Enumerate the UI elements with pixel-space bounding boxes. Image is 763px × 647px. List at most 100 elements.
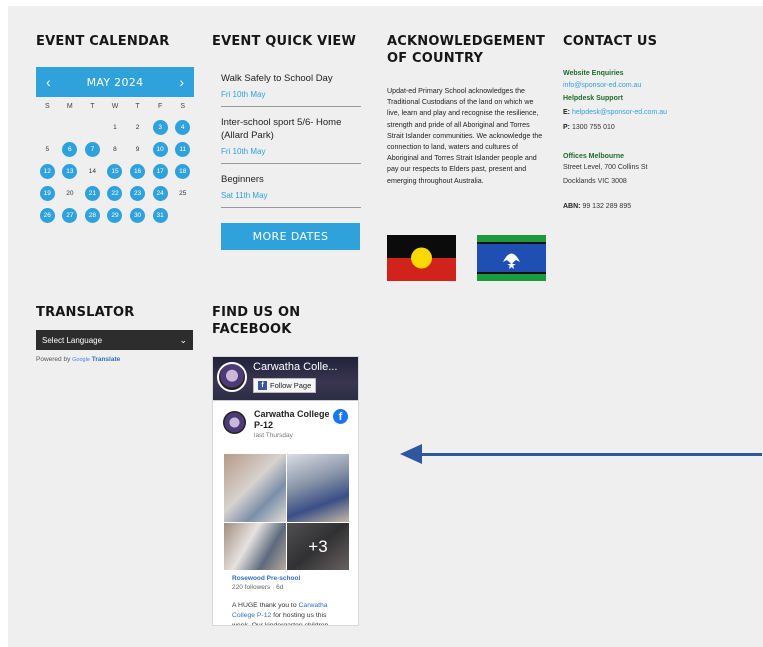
phone-prefix: P:: [563, 124, 570, 131]
calendar-day-event[interactable]: 6: [62, 142, 78, 157]
post-time[interactable]: last Thursday: [254, 432, 293, 439]
office-address-line1: Street Level, 700 Collins St: [563, 164, 648, 171]
calendar-day: 5: [45, 146, 50, 153]
calendar-cell: 24: [149, 186, 172, 201]
acknowledgement-heading: ACKNOWLEDGEMENT OF COUNTRY: [387, 33, 545, 67]
weekday-label: M: [66, 103, 73, 110]
chevron-left-icon[interactable]: ‹: [46, 74, 51, 90]
facebook-logo-icon[interactable]: f: [333, 409, 348, 424]
acknowledgement-text: Updat-ed Primary School acknowledges the…: [387, 87, 543, 185]
calendar-day-event[interactable]: 23: [130, 186, 146, 201]
calendar-cell: 13: [59, 164, 82, 179]
post-text-start: A HUGE thank you to: [232, 602, 299, 609]
page-avatar[interactable]: [217, 362, 247, 392]
facebook-cover[interactable]: Carwatha Colle... f Follow Page: [213, 357, 358, 401]
event-title[interactable]: Inter-school sport 5/6- Home (Allard Par…: [221, 116, 361, 142]
calendar-day-event[interactable]: 24: [152, 186, 168, 201]
calendar-day-event[interactable]: 11: [175, 142, 191, 157]
calendar-cell: 17: [149, 164, 172, 179]
calendar-day: 1: [113, 124, 117, 131]
calendar-cell: 19: [36, 186, 59, 201]
calendar-cell: [36, 120, 59, 135]
calendar-day-event[interactable]: 4: [175, 120, 191, 135]
event-title[interactable]: Beginners: [221, 173, 361, 186]
language-select-value: Select Language: [42, 335, 103, 345]
calendar-cell: 4: [171, 120, 194, 135]
calendar-day-event[interactable]: 22: [107, 186, 123, 201]
calendar-day: 8: [113, 146, 117, 153]
calendar-cell: 10: [149, 142, 172, 157]
event-date: Fri 10th May: [221, 147, 266, 156]
calendar-day: 14: [88, 168, 97, 175]
post-avatar[interactable]: [223, 411, 246, 434]
event-quick-view: Walk Safely to School Day Fri 10th May I…: [221, 72, 361, 217]
event-item[interactable]: Inter-school sport 5/6- Home (Allard Par…: [221, 116, 361, 164]
more-dates-button[interactable]: MORE DATES: [221, 223, 360, 250]
calendar-day-event[interactable]: 3: [152, 120, 168, 135]
aboriginal-flag-icon: [387, 235, 456, 281]
calendar-cell: 26: [36, 208, 59, 223]
post-text: A HUGE thank you to Carwatha College P-1…: [232, 601, 344, 625]
calendar-day: 20: [66, 190, 74, 197]
calendar-cell: 12: [36, 164, 59, 179]
calendar-cell: 15: [104, 164, 127, 179]
chevron-down-icon: ⌄: [179, 334, 187, 345]
event-item[interactable]: Walk Safely to School Day Fri 10th May: [221, 72, 361, 107]
calendar-cell: 16: [126, 164, 149, 179]
event-item[interactable]: Beginners Sat 11th May: [221, 173, 361, 208]
calendar-cell: [171, 208, 194, 223]
calendar-day-event[interactable]: 19: [39, 186, 55, 201]
calendar-day-event[interactable]: 17: [152, 164, 168, 179]
shared-page-name[interactable]: Rosewood Pre-school: [232, 575, 300, 582]
calendar-header: ‹ MAY 2024 ›: [36, 67, 194, 97]
language-select[interactable]: Select Language ⌄: [36, 330, 193, 350]
calendar-grid: S M T W T F S 1 2 3 4 5 6 7 8 9 10 11 12 13 14 15 16 17 18 19 20 21…: [36, 103, 194, 223]
post-photo-grid[interactable]: +3: [224, 454, 349, 570]
helpdesk-phone[interactable]: 1300 755 010: [572, 124, 615, 131]
acknowledgement-heading-line1: ACKNOWLEDGEMENT: [387, 34, 546, 49]
calendar-day-event[interactable]: 30: [130, 208, 146, 223]
event-date: Fri 10th May: [221, 90, 266, 99]
acknowledgement-heading-line2: OF COUNTRY: [387, 51, 484, 66]
contact-us-heading: CONTACT US: [563, 34, 658, 49]
calendar-day-event[interactable]: 27: [62, 208, 78, 223]
weekday-label: S: [44, 103, 50, 110]
facebook-widget[interactable]: Carwatha Colle... f Follow Page Carwatha…: [212, 356, 359, 626]
calendar-day-event[interactable]: 13: [62, 164, 78, 179]
weekday-label: W: [111, 103, 119, 110]
follow-page-button[interactable]: f Follow Page: [253, 378, 317, 393]
event-title[interactable]: Walk Safely to School Day: [221, 72, 361, 85]
post-page-name[interactable]: Carwatha College P-12: [254, 409, 334, 431]
calendar-day-event[interactable]: 21: [84, 186, 100, 201]
website-email-link[interactable]: info@sponsor-ed.com.au: [563, 80, 713, 92]
facebook-heading-line1: FIND US ON: [212, 305, 301, 320]
helpdesk-email-link[interactable]: helpdesk@sponsor-ed.com.au: [572, 109, 667, 116]
cover-page-name[interactable]: Carwatha Colle...: [253, 361, 337, 373]
calendar-day-event[interactable]: 26: [39, 208, 55, 223]
calendar-day-event[interactable]: 15: [107, 164, 123, 179]
calendar-day-event[interactable]: 29: [107, 208, 123, 223]
calendar-cell: 28: [81, 208, 104, 223]
calendar-day-event[interactable]: 10: [152, 142, 168, 157]
post-photo[interactable]: +3: [287, 523, 349, 570]
calendar-day-event[interactable]: 16: [130, 164, 146, 179]
chevron-right-icon[interactable]: ›: [179, 74, 184, 90]
office-address-line2: Docklands VIC 3008: [563, 177, 627, 185]
post-photo[interactable]: [224, 523, 286, 570]
powered-by-text: Powered by: [36, 356, 71, 363]
calendar-day-event[interactable]: 18: [175, 164, 191, 179]
calendar-day-event[interactable]: 28: [84, 208, 100, 223]
more-photos-count[interactable]: +3: [287, 523, 349, 570]
follow-page-label: Follow Page: [270, 381, 312, 390]
post-photo[interactable]: [224, 454, 286, 522]
calendar-cell: 6: [59, 142, 82, 157]
calendar-day-event[interactable]: 7: [84, 142, 100, 157]
calendar-cell: 18: [171, 164, 194, 179]
office-label: Offices Melbourne: [563, 152, 625, 160]
translator-heading: TRANSLATOR: [36, 305, 135, 320]
calendar-day-event[interactable]: 31: [152, 208, 168, 223]
translate-link[interactable]: Translate: [92, 356, 121, 363]
post-photo[interactable]: [287, 454, 349, 522]
calendar-day-event[interactable]: 12: [39, 164, 55, 179]
calendar-cell: 22: [104, 186, 127, 201]
